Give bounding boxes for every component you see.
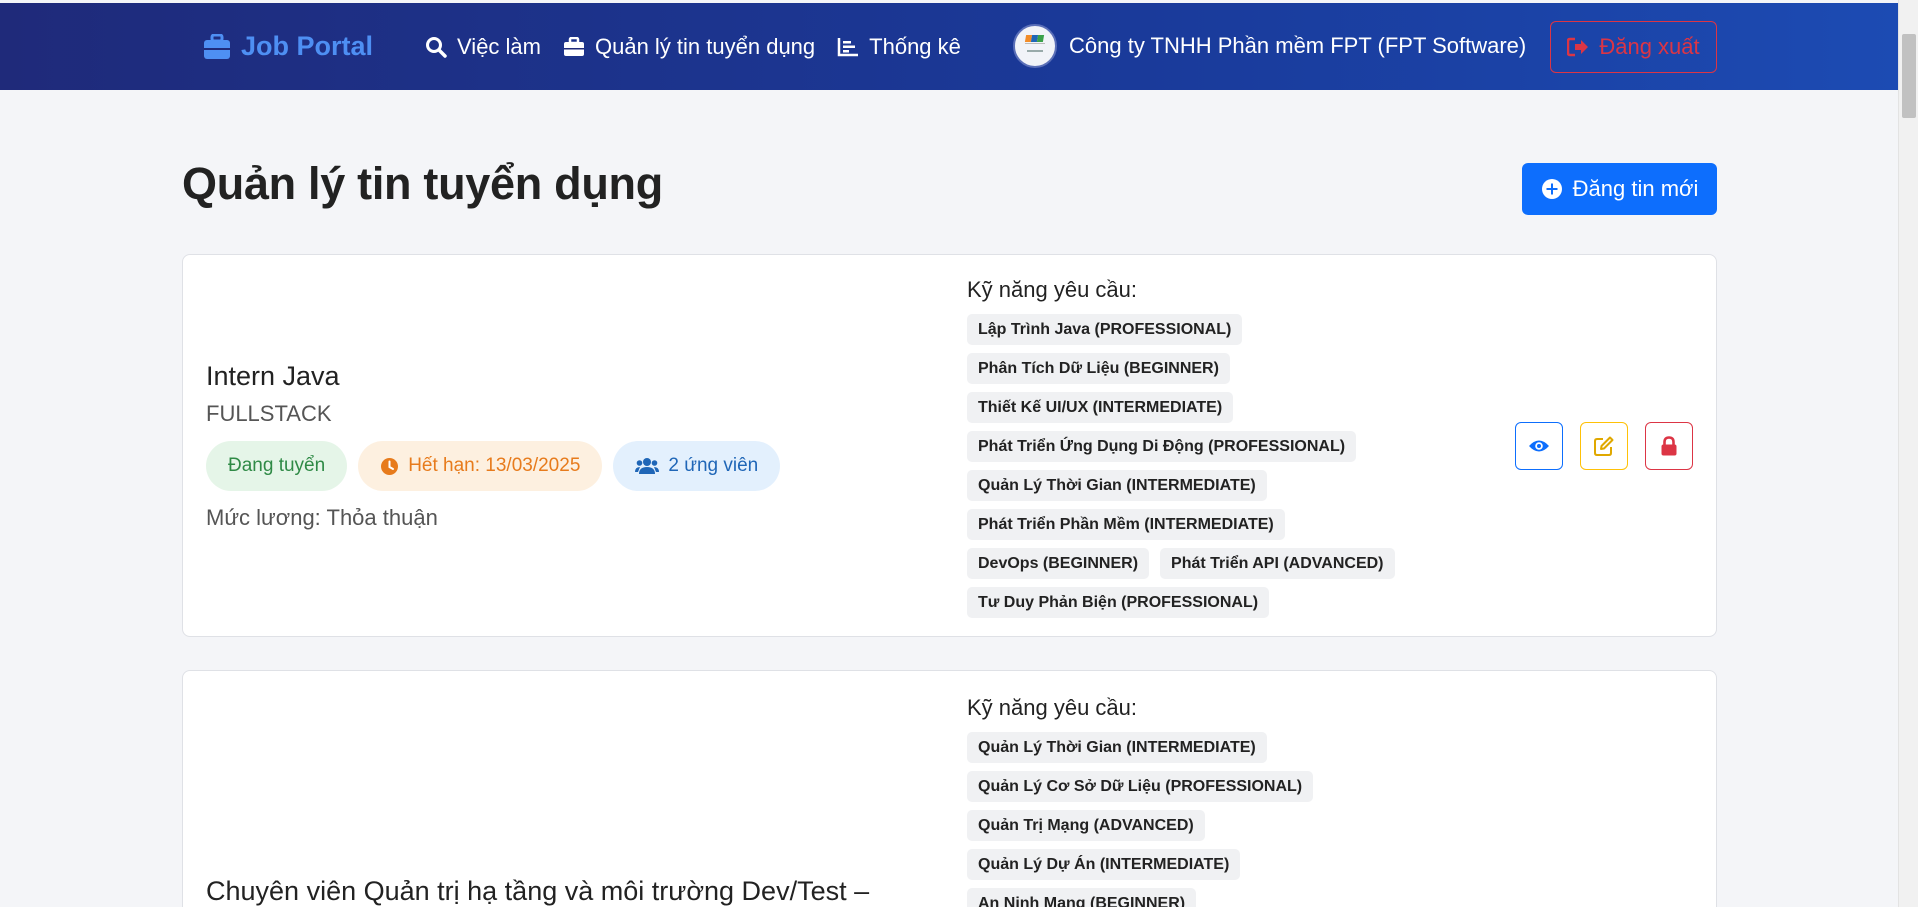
deadline-label: Hết hạn: 13/03/2025 — [408, 455, 581, 476]
skills-list: Quản Lý Thời Gian (INTERMEDIATE) Quản Lý… — [967, 732, 1407, 907]
skills-list: Lập Trình Java (PROFESSIONAL) Phân Tích … — [967, 314, 1407, 626]
page-scrollbar[interactable] — [1898, 0, 1918, 907]
applicants-badge: 2 ứng viên — [613, 441, 781, 491]
users-icon — [635, 458, 660, 474]
applicants-label: 2 ứng viên — [668, 455, 759, 476]
plus-circle-icon — [1541, 179, 1562, 199]
company-logo — [1013, 24, 1057, 68]
nav-statistics[interactable]: Thống kê — [837, 34, 961, 60]
status-badge: Đang tuyển — [206, 441, 348, 491]
edit-icon — [1594, 436, 1614, 456]
skill-tag: Quản Lý Cơ Sở Dữ Liệu (PROFESSIONAL) — [967, 771, 1314, 802]
skill-tag: DevOps (BEGINNER) — [967, 548, 1150, 579]
view-button[interactable] — [1515, 422, 1563, 470]
lock-button[interactable] — [1645, 422, 1693, 470]
skill-tag: Quản Trị Mạng (ADVANCED) — [967, 810, 1205, 841]
chart-bar-icon — [837, 37, 859, 56]
job-title[interactable]: Intern Java — [206, 361, 340, 392]
skill-tag: Phát Triển API (ADVANCED) — [1160, 548, 1395, 579]
skill-tag: Thiết Kế UI/UX (INTERMEDIATE) — [967, 392, 1234, 423]
job-type: FULLSTACK — [206, 401, 332, 426]
nav-manage-label: Quản lý tin tuyển dụng — [595, 33, 816, 59]
company-name: Công ty TNHH Phần mềm FPT (FPT Software) — [1069, 33, 1527, 58]
company-profile[interactable]: Công ty TNHH Phần mềm FPT (FPT Software) — [1013, 24, 1526, 68]
skill-tag: Quản Lý Thời Gian (INTERMEDIATE) — [967, 470, 1267, 501]
skills-heading: Kỹ năng yêu cầu: — [967, 695, 1138, 720]
brand-label: Job Portal — [241, 31, 374, 61]
scrollbar-thumb[interactable] — [1902, 34, 1916, 118]
eye-icon — [1529, 440, 1549, 452]
job-badges: Đang tuyển Hết hạn: 13/03/2025 2 ứng viê… — [206, 441, 791, 491]
nav-inner: Job Portal Việc làm Quản lý tin tuyển dụ… — [203, 3, 983, 90]
nav-stats-label: Thống kê — [869, 33, 961, 59]
briefcase-icon — [204, 33, 230, 59]
skill-tag: Lập Trình Java (PROFESSIONAL) — [967, 314, 1243, 345]
skills-heading: Kỹ năng yêu cầu: — [967, 277, 1138, 302]
brand-link[interactable]: Job Portal — [203, 31, 373, 62]
skill-tag: An Ninh Mạng (BEGINNER) — [967, 888, 1197, 907]
job-card: Chuyên viên Quản trị hạ tầng và môi trườ… — [182, 670, 1717, 907]
lock-icon — [1661, 436, 1677, 456]
new-job-label: Đăng tin mới — [1572, 176, 1699, 201]
edit-button[interactable] — [1580, 422, 1628, 470]
nav-manage-jobs[interactable]: Quản lý tin tuyển dụng — [563, 34, 815, 60]
nav-jobs-label: Việc làm — [457, 33, 541, 59]
briefcase-icon — [564, 36, 584, 56]
page-title: Quản lý tin tuyển dụng — [182, 158, 663, 209]
nav-jobs[interactable]: Việc làm — [425, 34, 541, 60]
skill-tag: Phát Triển Ứng Dụng Di Động (PROFESSIONA… — [967, 431, 1357, 462]
status-label: Đang tuyển — [228, 455, 326, 476]
job-actions — [1515, 422, 1710, 470]
skill-tag: Quản Lý Thời Gian (INTERMEDIATE) — [967, 732, 1267, 763]
deadline-badge: Hết hạn: 13/03/2025 — [358, 441, 603, 491]
clock-icon — [381, 457, 399, 475]
search-icon — [426, 36, 447, 58]
logout-label: Đăng xuất — [1599, 34, 1700, 59]
job-title[interactable]: Chuyên viên Quản trị hạ tầng và môi trườ… — [206, 876, 869, 907]
logout-button[interactable]: Đăng xuất — [1550, 21, 1717, 73]
new-job-button[interactable]: Đăng tin mới — [1522, 163, 1717, 215]
job-card: Intern Java FULLSTACK Đang tuyển Hết hạn… — [182, 254, 1717, 637]
salary-text: Mức lương: Thỏa thuận — [206, 505, 438, 530]
skill-tag: Phát Triển Phần Mềm (INTERMEDIATE) — [967, 509, 1285, 540]
skill-tag: Phân Tích Dữ Liệu (BEGINNER) — [967, 353, 1230, 384]
skill-tag: Tư Duy Phản Biện (PROFESSIONAL) — [967, 587, 1270, 618]
top-navbar: Job Portal Việc làm Quản lý tin tuyển dụ… — [0, 3, 1898, 90]
sign-out-icon — [1567, 37, 1589, 57]
skill-tag: Quản Lý Dự Án (INTERMEDIATE) — [967, 849, 1241, 880]
